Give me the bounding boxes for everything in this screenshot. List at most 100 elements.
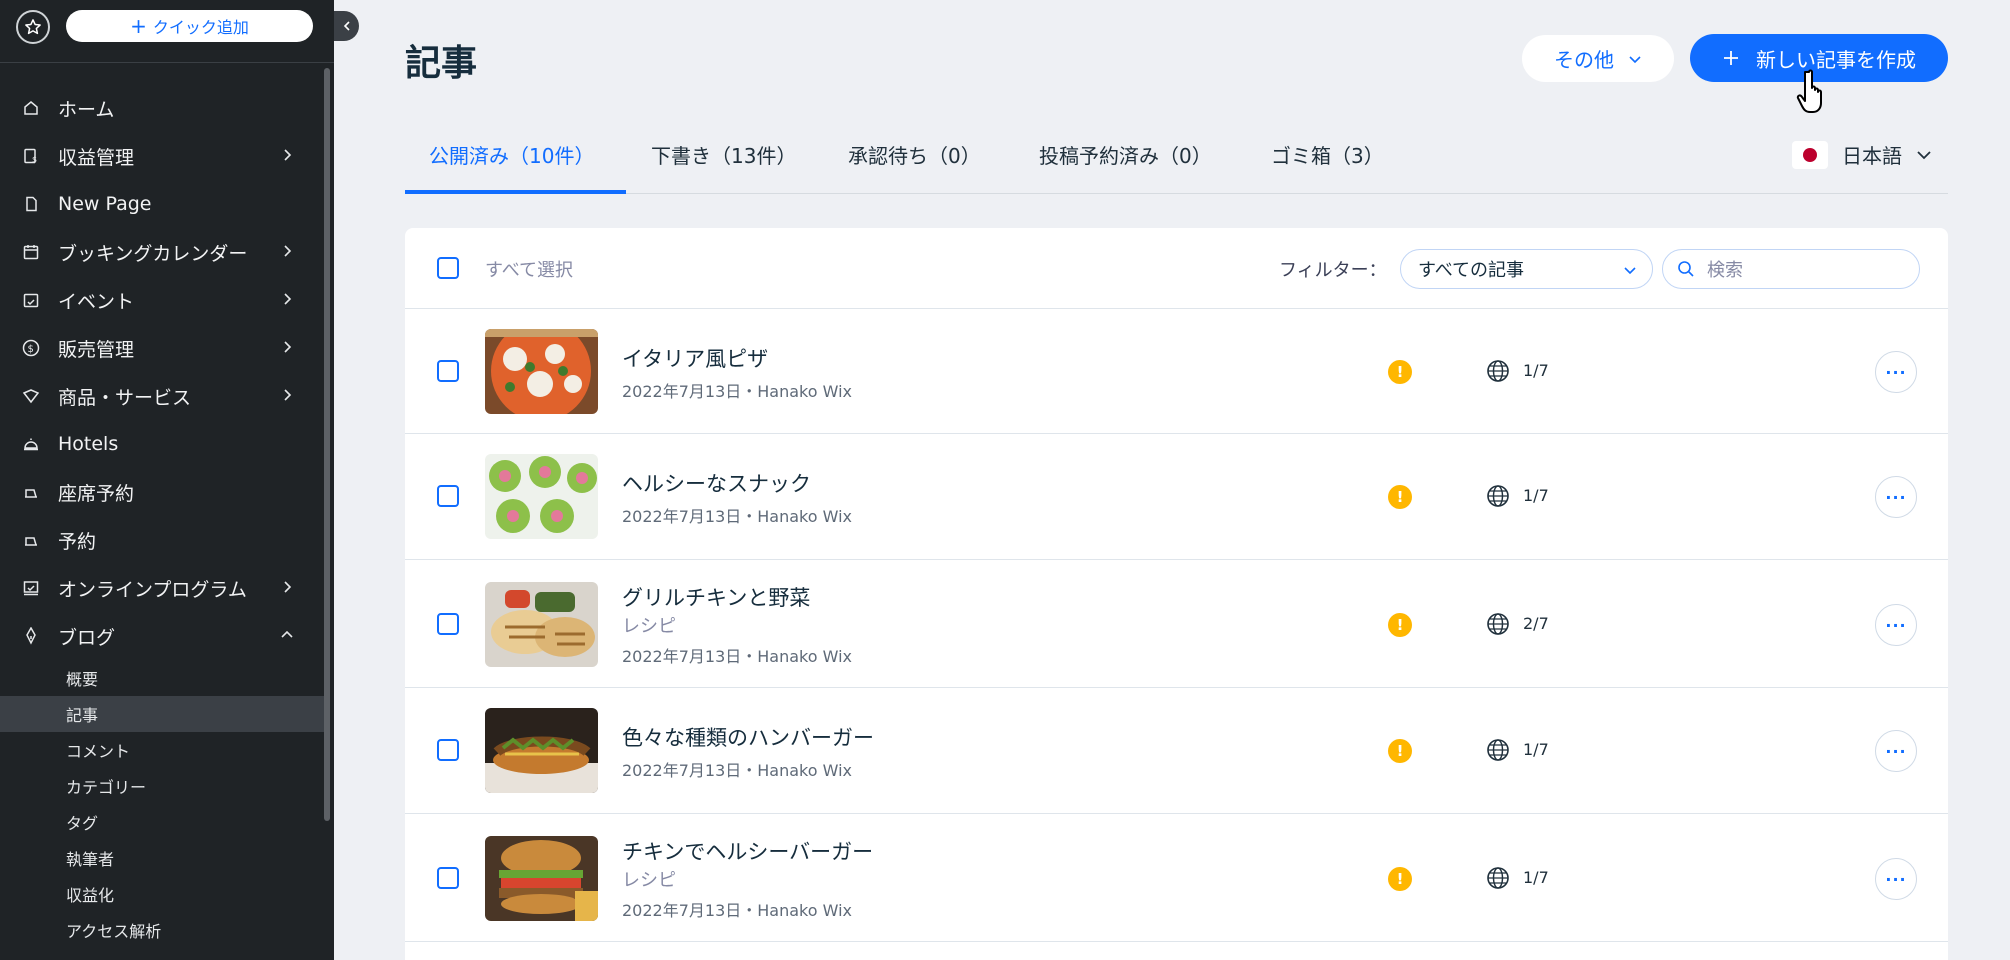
sidebar-item-events[interactable]: イベント [0, 276, 316, 324]
quick-add-button[interactable]: + クイック追加 [66, 10, 313, 42]
sidebar-item-hotels[interactable]: Hotels [0, 420, 316, 468]
sidebar-item-label: ブッキングカレンダー [58, 242, 248, 265]
row-more-actions-button[interactable]: ··· [1875, 730, 1917, 772]
post-meta: 2022年7月13日・Hanako Wix [622, 507, 852, 526]
post-meta: 2022年7月13日・Hanako Wix [622, 761, 852, 780]
chevron-right-icon [284, 389, 292, 401]
language-label: 日本語 [1842, 144, 1902, 168]
more-label: その他 [1554, 48, 1614, 72]
table-row[interactable]: グリルチキンと野菜 レシピ 2022年7月13日・Hanako Wix ! 2/… [405, 560, 1948, 688]
sidebar-item-label: イベント [58, 290, 135, 313]
warning-icon[interactable]: ! [1388, 867, 1412, 891]
sidebar-subitem-writers[interactable]: 執筆者 [0, 840, 324, 876]
search-input[interactable]: 検索 [1662, 249, 1920, 289]
table-row[interactable]: イタリア風ピザ 2022年7月13日・Hanako Wix ! 1/7 ··· [405, 309, 1948, 434]
row-more-actions-button[interactable]: ··· [1875, 858, 1917, 900]
warning-icon[interactable]: ! [1388, 613, 1412, 637]
sidebar-subitem-analytics[interactable]: アクセス解析 [0, 912, 324, 948]
quick-add-label: クイック追加 [152, 18, 249, 37]
status-tabs: 公開済み（10件） 下書き（13件） 承認待ち（0） 投稿予約済み（0） ゴミ箱… [405, 130, 1948, 194]
sidebar-item-new-page[interactable]: New Page [0, 180, 316, 228]
filter-label: フィルター： [1279, 260, 1387, 281]
post-title[interactable]: グリルチキンと野菜 [622, 582, 810, 612]
sidebar-nav: ホーム $ 収益管理 New Page ブッキングカレンダー イベント $ 販売… [0, 84, 316, 660]
post-category: レシピ [622, 616, 676, 637]
tab-pending[interactable]: 承認待ち（0） [848, 140, 981, 194]
post-title[interactable]: イタリア風ピザ [622, 343, 768, 373]
row-checkbox[interactable] [437, 360, 459, 382]
chevron-down-icon [1629, 55, 1641, 63]
table-row[interactable]: 色々な種類のハンバーガー 2022年7月13日・Hanako Wix ! 1/7… [405, 688, 1948, 814]
chevron-right-icon [284, 293, 292, 305]
sidebar-scrollbar[interactable] [324, 68, 330, 821]
select-all-checkbox[interactable] [437, 257, 459, 279]
globe-icon [1487, 867, 1509, 889]
sidebar-item-home[interactable]: ホーム [0, 84, 316, 132]
sidebar-subitem-categories[interactable]: カテゴリー [0, 768, 324, 804]
tab-label: 公開済み（10件） [429, 144, 595, 168]
sidebar-item-label: ブログ [58, 626, 116, 649]
sidebar-item-seat-booking[interactable]: 座席予約 [0, 468, 316, 516]
sidebar-item-booking-calendar[interactable]: ブッキングカレンダー [0, 228, 316, 276]
sidebar-item-products[interactable]: 商品・サービス [0, 372, 316, 420]
warning-icon[interactable]: ! [1388, 360, 1412, 384]
more-actions-button[interactable]: その他 [1522, 35, 1674, 82]
sidebar: + クイック追加 ホーム $ 収益管理 New Page ブッキングカレンダー … [0, 0, 334, 960]
sidebar-item-billing[interactable]: $ 収益管理 [0, 132, 316, 180]
sidebar-subitem-comments[interactable]: コメント [0, 732, 324, 768]
row-checkbox[interactable] [437, 867, 459, 889]
hand-pointer-cursor-icon [1796, 69, 1822, 113]
sidebar-item-online-programs[interactable]: オンラインプログラム [0, 564, 316, 612]
reservation-icon [22, 531, 40, 549]
sidebar-item-blog[interactable]: ブログ [0, 612, 316, 660]
sidebar-item-reservations[interactable]: 予約 [0, 516, 316, 564]
posts-panel: すべて選択 フィルター： すべての記事 検索 イタリア風ピザ 2022年7月13… [405, 228, 1948, 960]
sidebar-item-label: ホーム [58, 98, 115, 121]
sidebar-item-label: 販売管理 [58, 338, 135, 361]
table-row[interactable]: チキンでヘルシーバーガー レシピ 2022年7月13日・Hanako Wix !… [405, 814, 1948, 942]
row-more-actions-button[interactable]: ··· [1875, 351, 1917, 393]
chevron-right-icon [284, 581, 292, 593]
post-thumbnail-burger [485, 836, 598, 921]
svg-text:$: $ [32, 155, 37, 164]
create-post-label: 新しい記事を作成 [1756, 47, 1916, 72]
post-thumbnail-hotdog [485, 708, 598, 793]
collapse-sidebar-button[interactable] [334, 11, 359, 41]
post-title[interactable]: チキンでヘルシーバーガー [622, 836, 873, 866]
tab-published[interactable]: 公開済み（10件） [405, 140, 626, 194]
warning-icon[interactable]: ! [1388, 485, 1412, 509]
post-title[interactable]: ヘルシーなスナック [622, 468, 811, 498]
sidebar-item-label: 収益管理 [58, 146, 135, 169]
sidebar-subitem-overview[interactable]: 概要 [0, 660, 324, 696]
posts-toolbar: すべて選択 フィルター： すべての記事 検索 [405, 228, 1948, 309]
translation-count: 2/7 [1523, 614, 1549, 633]
row-checkbox[interactable] [437, 485, 459, 507]
japan-flag-icon [1792, 140, 1828, 169]
bell-icon [22, 435, 40, 453]
tab-trash[interactable]: ゴミ箱（3） [1271, 140, 1384, 194]
tab-label: 投稿予約済み（0） [1039, 144, 1212, 168]
sidebar-subitem-monetization[interactable]: 収益化 [0, 876, 324, 912]
post-category: レシピ [622, 870, 676, 891]
svg-text:$: $ [28, 344, 34, 355]
post-title[interactable]: 色々な種類のハンバーガー [622, 722, 874, 752]
row-checkbox[interactable] [437, 739, 459, 761]
filter-dropdown[interactable]: すべての記事 [1400, 249, 1653, 289]
post-meta: 2022年7月13日・Hanako Wix [622, 901, 852, 920]
tab-drafts[interactable]: 下書き（13件） [651, 140, 796, 194]
favorites-star-button[interactable] [16, 10, 50, 44]
row-checkbox[interactable] [437, 613, 459, 635]
sidebar-subitem-posts[interactable]: 記事 [0, 696, 324, 732]
sidebar-subitem-tags[interactable]: タグ [0, 804, 324, 840]
tab-scheduled[interactable]: 投稿予約済み（0） [1039, 140, 1212, 194]
row-more-actions-button[interactable]: ··· [1875, 476, 1917, 518]
sidebar-item-sales[interactable]: $ 販売管理 [0, 324, 316, 372]
globe-icon [1487, 739, 1509, 761]
row-more-actions-button[interactable]: ··· [1875, 604, 1917, 646]
table-row[interactable]: ヘルシーなスナック 2022年7月13日・Hanako Wix ! 1/7 ··… [405, 434, 1948, 560]
post-thumbnail-snack [485, 454, 598, 539]
globe-icon [1487, 485, 1509, 507]
language-selector[interactable]: 日本語 [1792, 140, 1932, 169]
globe-icon [1487, 613, 1509, 635]
warning-icon[interactable]: ! [1388, 739, 1412, 763]
